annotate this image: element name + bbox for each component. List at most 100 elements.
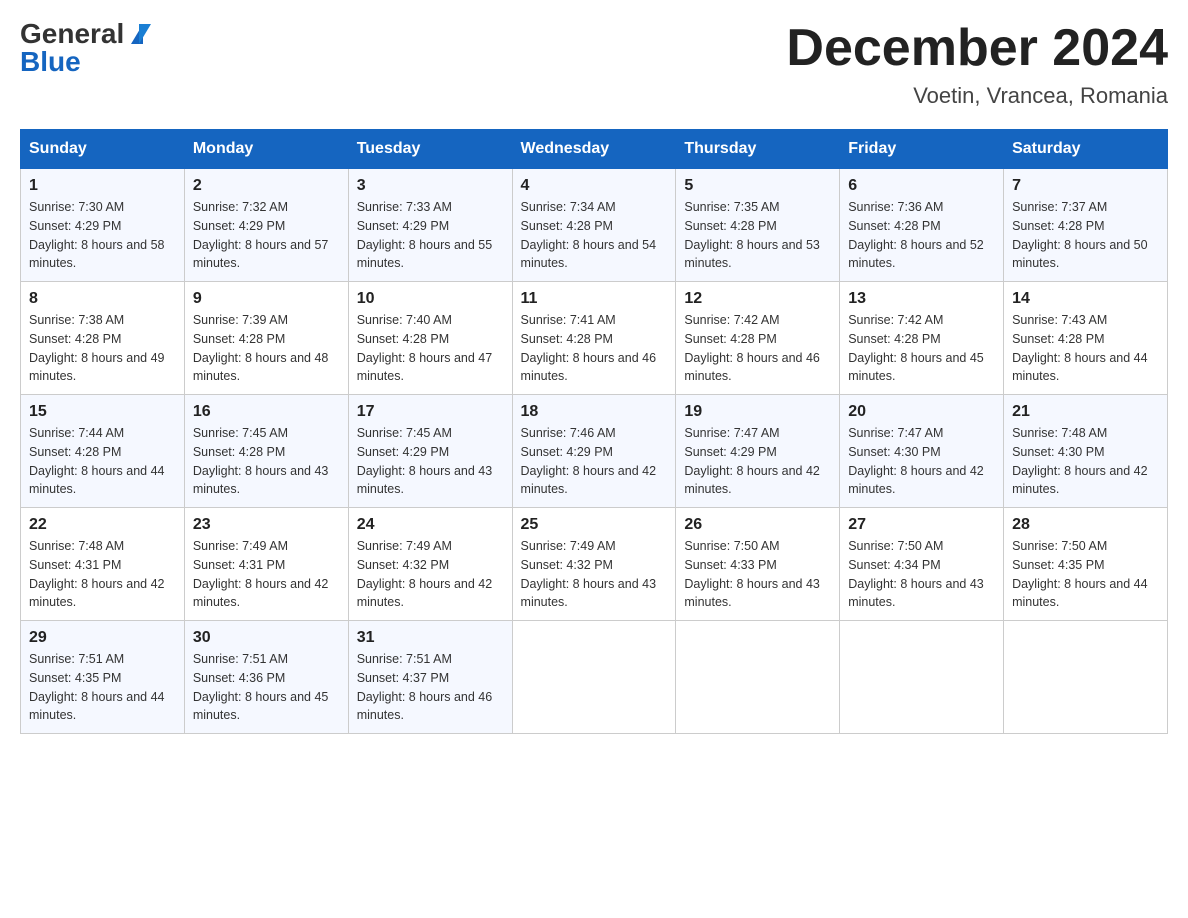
col-saturday: Saturday — [1004, 130, 1168, 169]
day-info: Sunrise: 7:42 AMSunset: 4:28 PMDaylight:… — [684, 311, 831, 386]
day-number: 6 — [848, 177, 995, 195]
day-number: 18 — [521, 403, 668, 421]
day-info: Sunrise: 7:40 AMSunset: 4:28 PMDaylight:… — [357, 311, 504, 386]
day-info: Sunrise: 7:33 AMSunset: 4:29 PMDaylight:… — [357, 198, 504, 273]
table-row — [512, 621, 676, 734]
table-row: 17 Sunrise: 7:45 AMSunset: 4:29 PMDayligh… — [348, 395, 512, 508]
day-number: 20 — [848, 403, 995, 421]
day-info: Sunrise: 7:48 AMSunset: 4:30 PMDaylight:… — [1012, 424, 1159, 499]
day-info: Sunrise: 7:50 AMSunset: 4:33 PMDaylight:… — [684, 537, 831, 612]
title-block: December 2024 Voetin, Vrancea, Romania — [786, 20, 1168, 109]
col-friday: Friday — [840, 130, 1004, 169]
table-row: 3 Sunrise: 7:33 AMSunset: 4:29 PMDaylight… — [348, 169, 512, 282]
day-number: 31 — [357, 629, 504, 647]
day-number: 15 — [29, 403, 176, 421]
day-info: Sunrise: 7:45 AMSunset: 4:28 PMDaylight:… — [193, 424, 340, 499]
table-row: 21 Sunrise: 7:48 AMSunset: 4:30 PMDayligh… — [1004, 395, 1168, 508]
table-row: 9Sunrise: 7:39 AMSunset: 4:28 PMDaylight… — [184, 282, 348, 395]
table-row: 13 Sunrise: 7:42 AMSunset: 4:28 PMDayligh… — [840, 282, 1004, 395]
day-number: 7 — [1012, 177, 1159, 195]
day-number: 11 — [521, 290, 668, 308]
table-row: 19 Sunrise: 7:47 AMSunset: 4:29 PMDayligh… — [676, 395, 840, 508]
day-info: Sunrise: 7:49 AMSunset: 4:32 PMDaylight:… — [521, 537, 668, 612]
table-row: 7 Sunrise: 7:37 AMSunset: 4:28 PMDaylight… — [1004, 169, 1168, 282]
table-row: 8Sunrise: 7:38 AMSunset: 4:28 PMDaylight… — [21, 282, 185, 395]
day-info: Sunrise: 7:35 AMSunset: 4:28 PMDaylight:… — [684, 198, 831, 273]
day-info: Sunrise: 7:41 AMSunset: 4:28 PMDaylight:… — [521, 311, 668, 386]
page-header: General Blue December 2024 Voetin, Vranc… — [20, 20, 1168, 109]
day-number: 5 — [684, 177, 831, 195]
day-number: 16 — [193, 403, 340, 421]
table-row: 18 Sunrise: 7:46 AMSunset: 4:29 PMDayligh… — [512, 395, 676, 508]
table-row: 22Sunrise: 7:48 AMSunset: 4:31 PMDayligh… — [21, 508, 185, 621]
day-number: 28 — [1012, 516, 1159, 534]
calendar-week-row: 15 Sunrise: 7:44 AMSunset: 4:28 PMDayligh… — [21, 395, 1168, 508]
calendar-week-row: 29Sunrise: 7:51 AMSunset: 4:35 PMDayligh… — [21, 621, 1168, 734]
day-number: 13 — [848, 290, 995, 308]
day-info: Sunrise: 7:47 AMSunset: 4:30 PMDaylight:… — [848, 424, 995, 499]
day-number: 2 — [193, 177, 340, 195]
day-info: Sunrise: 7:43 AMSunset: 4:28 PMDaylight:… — [1012, 311, 1159, 386]
day-number: 10 — [357, 290, 504, 308]
day-info: Sunrise: 7:37 AMSunset: 4:28 PMDaylight:… — [1012, 198, 1159, 273]
day-info: Sunrise: 7:30 AMSunset: 4:29 PMDaylight:… — [29, 198, 176, 273]
table-row: 10 Sunrise: 7:40 AMSunset: 4:28 PMDayligh… — [348, 282, 512, 395]
calendar-week-row: 22Sunrise: 7:48 AMSunset: 4:31 PMDayligh… — [21, 508, 1168, 621]
table-row: 28 Sunrise: 7:50 AMSunset: 4:35 PMDayligh… — [1004, 508, 1168, 621]
day-info: Sunrise: 7:49 AMSunset: 4:31 PMDaylight:… — [193, 537, 340, 612]
day-info: Sunrise: 7:42 AMSunset: 4:28 PMDaylight:… — [848, 311, 995, 386]
table-row: 20 Sunrise: 7:47 AMSunset: 4:30 PMDayligh… — [840, 395, 1004, 508]
table-row: 23 Sunrise: 7:49 AMSunset: 4:31 PMDayligh… — [184, 508, 348, 621]
day-info: Sunrise: 7:50 AMSunset: 4:34 PMDaylight:… — [848, 537, 995, 612]
day-info: Sunrise: 7:34 AMSunset: 4:28 PMDaylight:… — [521, 198, 668, 273]
day-info: Sunrise: 7:51 AMSunset: 4:36 PMDaylight:… — [193, 650, 340, 725]
day-info: Sunrise: 7:49 AMSunset: 4:32 PMDaylight:… — [357, 537, 504, 612]
day-info: Sunrise: 7:44 AMSunset: 4:28 PMDaylight:… — [29, 424, 176, 499]
table-row: 4Sunrise: 7:34 AMSunset: 4:28 PMDaylight… — [512, 169, 676, 282]
table-row: 15 Sunrise: 7:44 AMSunset: 4:28 PMDayligh… — [21, 395, 185, 508]
day-number: 21 — [1012, 403, 1159, 421]
day-number: 1 — [29, 177, 176, 195]
location-title: Voetin, Vrancea, Romania — [786, 83, 1168, 109]
table-row — [676, 621, 840, 734]
day-number: 19 — [684, 403, 831, 421]
table-row: 12 Sunrise: 7:42 AMSunset: 4:28 PMDayligh… — [676, 282, 840, 395]
table-row: 25 Sunrise: 7:49 AMSunset: 4:32 PMDayligh… — [512, 508, 676, 621]
table-row: 16 Sunrise: 7:45 AMSunset: 4:28 PMDayligh… — [184, 395, 348, 508]
day-number: 22 — [29, 516, 176, 534]
table-row: 14 Sunrise: 7:43 AMSunset: 4:28 PMDayligh… — [1004, 282, 1168, 395]
table-row: 27Sunrise: 7:50 AMSunset: 4:34 PMDayligh… — [840, 508, 1004, 621]
day-number: 26 — [684, 516, 831, 534]
day-info: Sunrise: 7:45 AMSunset: 4:29 PMDaylight:… — [357, 424, 504, 499]
table-row: 26 Sunrise: 7:50 AMSunset: 4:33 PMDayligh… — [676, 508, 840, 621]
day-info: Sunrise: 7:36 AMSunset: 4:28 PMDaylight:… — [848, 198, 995, 273]
logo-icon — [127, 24, 151, 44]
day-number: 17 — [357, 403, 504, 421]
day-number: 3 — [357, 177, 504, 195]
table-row — [1004, 621, 1168, 734]
col-sunday: Sunday — [21, 130, 185, 169]
calendar-week-row: 1 Sunrise: 7:30 AMSunset: 4:29 PMDaylight… — [21, 169, 1168, 282]
day-number: 29 — [29, 629, 176, 647]
day-number: 23 — [193, 516, 340, 534]
table-row: 30 Sunrise: 7:51 AMSunset: 4:36 PMDayligh… — [184, 621, 348, 734]
table-row: 5 Sunrise: 7:35 AMSunset: 4:28 PMDaylight… — [676, 169, 840, 282]
day-number: 12 — [684, 290, 831, 308]
table-row: 6 Sunrise: 7:36 AMSunset: 4:28 PMDaylight… — [840, 169, 1004, 282]
day-number: 9 — [193, 290, 340, 308]
table-row: 2Sunrise: 7:32 AMSunset: 4:29 PMDaylight… — [184, 169, 348, 282]
logo: General Blue — [20, 20, 151, 76]
table-row: 24Sunrise: 7:49 AMSunset: 4:32 PMDayligh… — [348, 508, 512, 621]
logo-blue-text: Blue — [20, 48, 81, 76]
col-tuesday: Tuesday — [348, 130, 512, 169]
month-title: December 2024 — [786, 20, 1168, 77]
day-number: 14 — [1012, 290, 1159, 308]
day-info: Sunrise: 7:47 AMSunset: 4:29 PMDaylight:… — [684, 424, 831, 499]
day-info: Sunrise: 7:46 AMSunset: 4:29 PMDaylight:… — [521, 424, 668, 499]
day-number: 25 — [521, 516, 668, 534]
table-row: 31Sunrise: 7:51 AMSunset: 4:37 PMDayligh… — [348, 621, 512, 734]
col-thursday: Thursday — [676, 130, 840, 169]
day-number: 30 — [193, 629, 340, 647]
table-row — [840, 621, 1004, 734]
day-info: Sunrise: 7:50 AMSunset: 4:35 PMDaylight:… — [1012, 537, 1159, 612]
